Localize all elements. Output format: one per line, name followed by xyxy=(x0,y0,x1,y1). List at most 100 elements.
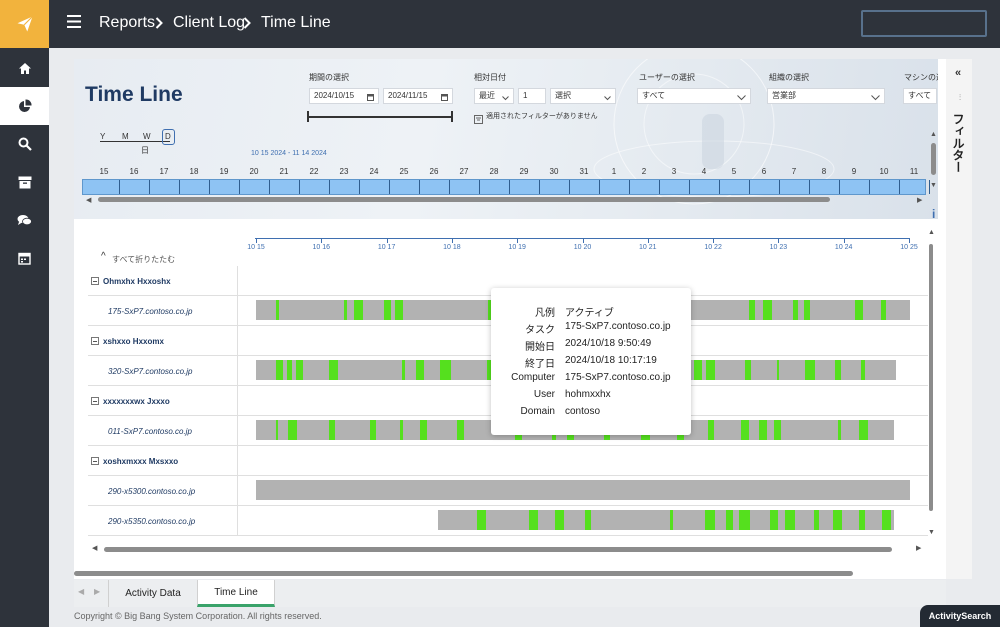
active-segment[interactable] xyxy=(805,360,815,380)
active-segment[interactable] xyxy=(694,360,702,380)
active-segment[interactable] xyxy=(749,300,755,320)
active-segment[interactable] xyxy=(835,360,841,380)
active-segment[interactable] xyxy=(726,510,733,530)
collapse-toggle-icon[interactable] xyxy=(91,397,99,405)
page-hscroll[interactable] xyxy=(74,571,853,576)
active-segment[interactable] xyxy=(276,360,283,380)
activity-bar[interactable] xyxy=(256,480,910,500)
active-segment[interactable] xyxy=(384,300,391,320)
breadcrumb-reports[interactable]: Reports xyxy=(99,13,155,33)
timeline-hscroll[interactable] xyxy=(104,547,892,552)
relative-select[interactable]: 選択 xyxy=(550,88,616,104)
active-segment[interactable] xyxy=(745,360,751,380)
active-segment[interactable] xyxy=(395,300,403,320)
active-segment[interactable] xyxy=(861,360,865,380)
tab-activity-data[interactable]: Activity Data xyxy=(108,580,197,607)
active-segment[interactable] xyxy=(420,420,427,440)
relative-count-input[interactable]: 1 xyxy=(518,88,546,104)
header-vscroll[interactable]: ▲ ▼ i xyxy=(930,59,938,221)
active-segment[interactable] xyxy=(329,360,338,380)
granularity-option[interactable]: Y xyxy=(100,132,105,141)
end-date-field[interactable]: 2024/11/15 xyxy=(383,88,453,104)
active-segment[interactable] xyxy=(670,510,673,530)
scroll-left-icon[interactable]: ◀ xyxy=(86,196,91,204)
breadcrumb-client-log[interactable]: Client Log xyxy=(173,13,245,33)
row-label-cell[interactable]: xxxxxxxwx Jxxxo xyxy=(88,386,238,416)
user-select[interactable]: すべて xyxy=(637,88,751,104)
top-search-box[interactable] xyxy=(861,10,987,37)
active-segment[interactable] xyxy=(529,510,538,530)
tab-time-line[interactable]: Time Line xyxy=(197,580,275,607)
row-label-cell[interactable]: xoshxmxxx Mxsxxo xyxy=(88,446,238,476)
scroll-right-icon[interactable]: ▶ xyxy=(917,196,922,204)
scroll-down-icon[interactable]: ▼ xyxy=(930,182,937,189)
active-segment[interactable] xyxy=(288,420,297,440)
active-segment[interactable] xyxy=(785,510,795,530)
active-segment[interactable] xyxy=(706,360,715,380)
collapse-toggle-icon[interactable] xyxy=(91,337,99,345)
filter-panel-title[interactable]: フィルター xyxy=(950,113,967,173)
active-segment[interactable] xyxy=(354,300,363,320)
active-segment[interactable] xyxy=(759,420,767,440)
collapse-toggle-icon[interactable] xyxy=(91,457,99,465)
scroll-up-icon[interactable]: ▲ xyxy=(928,229,935,236)
active-segment[interactable] xyxy=(859,510,865,530)
active-segment[interactable] xyxy=(793,300,798,320)
active-segment[interactable] xyxy=(457,420,464,440)
active-segment[interactable] xyxy=(777,360,779,380)
active-segment[interactable] xyxy=(705,510,715,530)
nav-messages[interactable] xyxy=(0,201,49,239)
active-segment[interactable] xyxy=(329,420,335,440)
nav-search[interactable] xyxy=(0,125,49,163)
active-segment[interactable] xyxy=(276,300,279,320)
active-segment[interactable] xyxy=(287,360,292,380)
collapse-toggle-icon[interactable] xyxy=(91,277,99,285)
activity-bar[interactable] xyxy=(438,510,894,530)
active-segment[interactable] xyxy=(859,420,868,440)
active-segment[interactable] xyxy=(585,510,591,530)
period-slider-handle-end[interactable] xyxy=(451,111,453,122)
granularity-option[interactable]: D xyxy=(165,132,171,141)
info-icon[interactable]: i xyxy=(932,207,935,221)
active-segment[interactable] xyxy=(814,510,819,530)
active-segment[interactable] xyxy=(739,510,750,530)
active-segment[interactable] xyxy=(708,420,714,440)
nav-home[interactable] xyxy=(0,49,49,87)
active-segment[interactable] xyxy=(770,510,778,530)
prev-page-icon[interactable]: ◀ xyxy=(78,587,84,596)
scroll-right-icon[interactable]: ▶ xyxy=(916,544,921,552)
start-date-field[interactable]: 2024/10/15 xyxy=(309,88,379,104)
relative-unit-select[interactable]: 最近 xyxy=(474,88,514,104)
activity-search-button[interactable]: ActivitySearch xyxy=(920,605,1000,627)
active-segment[interactable] xyxy=(855,300,863,320)
active-segment[interactable] xyxy=(344,300,347,320)
nav-archive[interactable] xyxy=(0,163,49,201)
active-segment[interactable] xyxy=(402,360,405,380)
collapse-all-button[interactable]: すべて折りたたむ xyxy=(112,254,175,265)
active-segment[interactable] xyxy=(370,420,376,440)
scroll-up-icon[interactable]: ▲ xyxy=(930,131,937,138)
active-segment[interactable] xyxy=(763,300,772,320)
row-label-cell[interactable]: Ohmxhx Hxxoshx xyxy=(88,266,238,296)
active-segment[interactable] xyxy=(881,300,886,320)
scroll-left-icon[interactable]: ◀ xyxy=(92,544,97,552)
active-segment[interactable] xyxy=(838,420,841,440)
row-label-cell[interactable]: xshxxo Hxxomx xyxy=(88,326,238,356)
app-logo[interactable] xyxy=(0,0,49,48)
strip-scrollbar[interactable] xyxy=(98,197,830,202)
active-segment[interactable] xyxy=(276,420,278,440)
scroll-down-icon[interactable]: ▼ xyxy=(928,529,935,536)
granularity-option[interactable]: W xyxy=(143,132,151,141)
date-range-strip[interactable] xyxy=(82,179,930,195)
nav-reports[interactable] xyxy=(0,87,49,125)
next-page-icon[interactable]: ▶ xyxy=(94,587,100,596)
collapse-panel-icon[interactable]: « xyxy=(955,67,961,79)
active-segment[interactable] xyxy=(804,300,810,320)
active-segment[interactable] xyxy=(416,360,424,380)
active-segment[interactable] xyxy=(882,510,891,530)
active-segment[interactable] xyxy=(477,510,486,530)
active-segment[interactable] xyxy=(833,510,842,530)
timeline-vscroll-thumb[interactable] xyxy=(929,244,933,511)
nav-calendar[interactable] xyxy=(0,239,49,277)
active-segment[interactable] xyxy=(296,360,303,380)
